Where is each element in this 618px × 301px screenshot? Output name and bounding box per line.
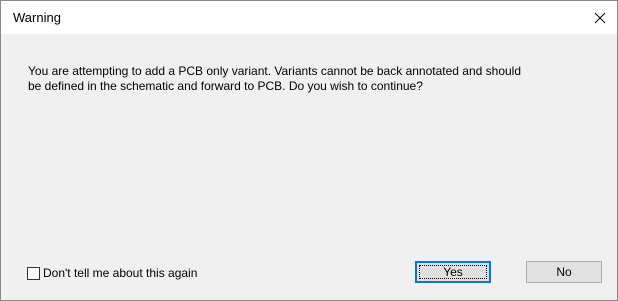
message-line-1: You are attempting to add a PCB only var… <box>28 64 522 78</box>
yes-button-label: Yes <box>443 265 463 279</box>
dont-show-again-row[interactable]: Don't tell me about this again <box>27 265 197 281</box>
close-icon <box>594 12 606 24</box>
no-button[interactable]: No <box>526 261 602 283</box>
message-line-2: be defined in the schematic and forward … <box>28 79 423 93</box>
close-button[interactable] <box>583 1 617 34</box>
warning-dialog: Warning You are attempting to add a PCB … <box>0 0 618 301</box>
title-bar[interactable]: Warning <box>1 1 617 34</box>
warning-message: You are attempting to add a PCB only var… <box>28 64 610 94</box>
no-button-label: No <box>556 265 572 279</box>
dialog-title: Warning <box>13 10 61 25</box>
dont-show-again-checkbox[interactable] <box>27 266 40 280</box>
dont-show-again-label[interactable]: Don't tell me about this again <box>43 266 197 280</box>
yes-button[interactable]: Yes <box>415 261 491 283</box>
